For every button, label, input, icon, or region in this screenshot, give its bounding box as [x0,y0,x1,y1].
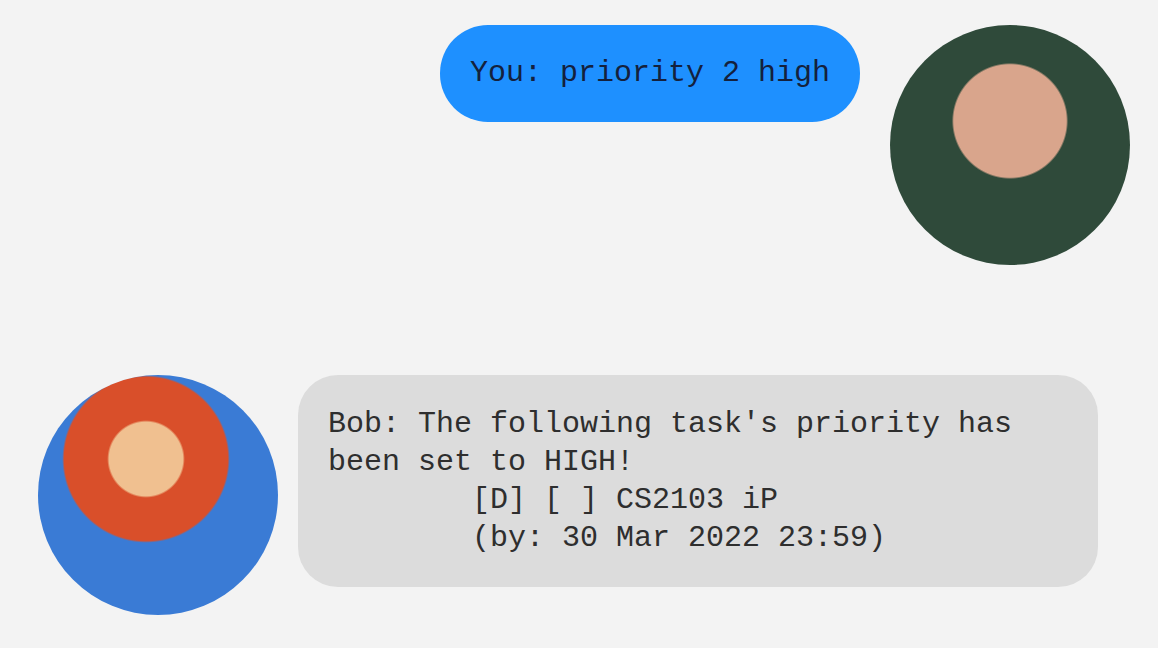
user-avatar [890,25,1130,265]
user-message-row: You: priority 2 high [38,25,1130,265]
user-message-bubble: You: priority 2 high [440,25,860,122]
chat-window: You: priority 2 high Bob: The following t… [0,0,1158,648]
bot-message-bubble: Bob: The following task's priority has b… [298,375,1098,587]
bot-avatar [38,375,278,615]
bot-message-row: Bob: The following task's priority has b… [38,375,1130,615]
